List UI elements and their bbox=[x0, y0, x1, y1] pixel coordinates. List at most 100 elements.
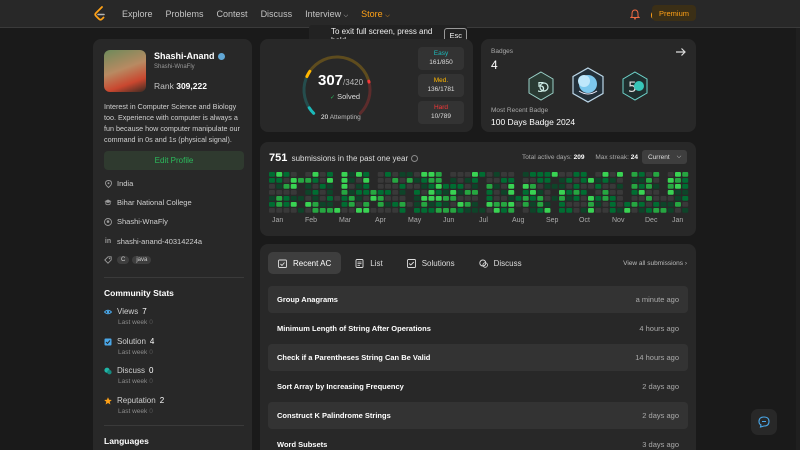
tab-list[interactable]: List bbox=[345, 252, 392, 274]
heatmap-cell[interactable] bbox=[486, 178, 493, 183]
heatmap-cell[interactable] bbox=[559, 172, 565, 177]
heatmap-cell[interactable] bbox=[544, 178, 551, 183]
heatmap-cell[interactable] bbox=[486, 202, 493, 207]
heatmap-cell[interactable] bbox=[327, 196, 333, 201]
heatmap-cell[interactable] bbox=[457, 190, 464, 195]
heatmap-cell[interactable] bbox=[537, 202, 544, 207]
heatmap-cell[interactable] bbox=[631, 190, 638, 195]
heatmap-cell[interactable] bbox=[341, 172, 348, 177]
heatmap-cell[interactable] bbox=[348, 196, 355, 201]
scrollbar[interactable] bbox=[796, 28, 800, 450]
heatmap-cell[interactable] bbox=[617, 196, 623, 201]
heatmap-cell[interactable] bbox=[283, 184, 290, 189]
heatmap-cell[interactable] bbox=[479, 208, 486, 213]
heatmap-cell[interactable] bbox=[530, 190, 536, 195]
heatmap-cell[interactable] bbox=[305, 202, 312, 207]
heatmap-cell[interactable] bbox=[464, 196, 471, 201]
heatmap-cell[interactable] bbox=[646, 184, 652, 189]
heatmap-cell[interactable] bbox=[457, 202, 464, 207]
heatmap-cell[interactable] bbox=[298, 178, 304, 183]
heatmap-cell[interactable] bbox=[435, 202, 442, 207]
heatmap-cell[interactable] bbox=[421, 202, 428, 207]
heatmap-cell[interactable] bbox=[551, 184, 558, 189]
heatmap-cell[interactable] bbox=[493, 184, 500, 189]
heatmap-cell[interactable] bbox=[602, 172, 609, 177]
heatmap-cell[interactable] bbox=[269, 172, 275, 177]
heatmap-cell[interactable] bbox=[551, 196, 558, 201]
heatmap-cell[interactable] bbox=[312, 196, 319, 201]
heatmap-cell[interactable] bbox=[537, 190, 544, 195]
heatmap-cell[interactable] bbox=[617, 172, 623, 177]
heatmap-cell[interactable] bbox=[327, 202, 333, 207]
heatmap-cell[interactable] bbox=[573, 196, 580, 201]
heatmap-cell[interactable] bbox=[653, 202, 660, 207]
heatmap-cell[interactable] bbox=[675, 208, 681, 213]
heatmap-cell[interactable] bbox=[573, 172, 580, 177]
heatmap-cell[interactable] bbox=[319, 172, 326, 177]
heatmap-cell[interactable] bbox=[522, 196, 529, 201]
heatmap-cell[interactable] bbox=[443, 196, 449, 201]
heatmap-cell[interactable] bbox=[363, 190, 370, 195]
heatmap-cell[interactable] bbox=[385, 178, 391, 183]
heatmap-cell[interactable] bbox=[675, 172, 681, 177]
heatmap-cell[interactable] bbox=[501, 202, 507, 207]
heatmap-cell[interactable] bbox=[377, 184, 384, 189]
heatmap-cell[interactable] bbox=[631, 208, 638, 213]
heatmap-cell[interactable] bbox=[566, 202, 573, 207]
heatmap-cell[interactable] bbox=[377, 202, 384, 207]
heatmap-cell[interactable] bbox=[457, 196, 464, 201]
heatmap-cell[interactable] bbox=[305, 184, 312, 189]
heatmap-cell[interactable] bbox=[660, 208, 667, 213]
problem-title[interactable]: Minimum Length of String After Operation… bbox=[277, 324, 431, 333]
heatmap-cell[interactable] bbox=[493, 202, 500, 207]
heatmap-cell[interactable] bbox=[559, 208, 565, 213]
heatmap-cell[interactable] bbox=[283, 172, 290, 177]
heatmap-cell[interactable] bbox=[428, 172, 435, 177]
heatmap-cell[interactable] bbox=[392, 196, 399, 201]
heatmap-cell[interactable] bbox=[624, 202, 631, 207]
badge-100-days-icon[interactable] bbox=[571, 67, 605, 103]
heatmap-cell[interactable] bbox=[566, 190, 573, 195]
heatmap-cell[interactable] bbox=[508, 208, 515, 213]
heatmap-cell[interactable] bbox=[421, 178, 428, 183]
heatmap-cell[interactable] bbox=[501, 190, 507, 195]
heatmap-cell[interactable] bbox=[682, 184, 689, 189]
heatmap-cell[interactable] bbox=[341, 196, 348, 201]
heatmap-cell[interactable] bbox=[414, 190, 420, 195]
heatmap-cell[interactable] bbox=[595, 208, 602, 213]
heatmap-cell[interactable] bbox=[638, 184, 645, 189]
heatmap-cell[interactable] bbox=[530, 184, 536, 189]
heatmap-cell[interactable] bbox=[392, 178, 399, 183]
heatmap-cell[interactable] bbox=[356, 202, 362, 207]
heatmap-cell[interactable] bbox=[450, 202, 457, 207]
heatmap-cell[interactable] bbox=[348, 208, 355, 213]
heatmap-cell[interactable] bbox=[298, 208, 304, 213]
heatmap-cell[interactable] bbox=[421, 196, 428, 201]
heatmap-cell[interactable] bbox=[399, 190, 406, 195]
heatmap-cell[interactable] bbox=[406, 202, 413, 207]
heatmap-cell[interactable] bbox=[486, 190, 493, 195]
heatmap-cell[interactable] bbox=[363, 172, 370, 177]
heatmap-cell[interactable] bbox=[493, 208, 500, 213]
heatmap-cell[interactable] bbox=[312, 178, 319, 183]
heatmap-cell[interactable] bbox=[319, 190, 326, 195]
heatmap-cell[interactable] bbox=[588, 208, 594, 213]
heatmap-cell[interactable] bbox=[363, 196, 370, 201]
heatmap-cell[interactable] bbox=[602, 202, 609, 207]
heatmap-cell[interactable] bbox=[501, 208, 507, 213]
heatmap-cell[interactable] bbox=[428, 184, 435, 189]
heatmap-cell[interactable] bbox=[675, 202, 681, 207]
heatmap-cell[interactable] bbox=[595, 202, 602, 207]
heatmap-cell[interactable] bbox=[559, 196, 565, 201]
heatmap-cell[interactable] bbox=[450, 184, 457, 189]
problem-title[interactable]: Sort Array by Increasing Frequency bbox=[277, 382, 404, 391]
heatmap-cell[interactable] bbox=[305, 208, 312, 213]
heatmap-cell[interactable] bbox=[501, 196, 507, 201]
heatmap-cell[interactable] bbox=[609, 202, 616, 207]
heatmap-cell[interactable] bbox=[334, 208, 341, 213]
heatmap-cell[interactable] bbox=[283, 178, 290, 183]
heatmap-cell[interactable] bbox=[443, 202, 449, 207]
heatmap-cell[interactable] bbox=[276, 190, 283, 195]
heatmap-cell[interactable] bbox=[377, 208, 384, 213]
heatmap-cell[interactable] bbox=[319, 202, 326, 207]
